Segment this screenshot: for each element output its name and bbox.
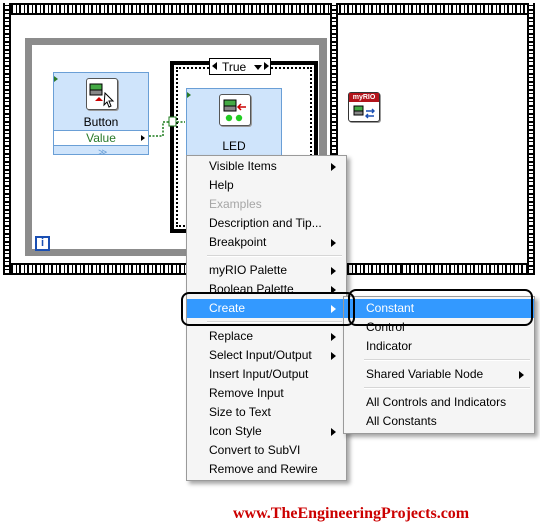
boolean-wire[interactable] (149, 114, 189, 144)
button-value-label: Value (86, 131, 116, 145)
led-icon (219, 94, 251, 126)
menu-item-replace[interactable]: Replace (187, 327, 346, 346)
menu-item-label: All Controls and Indicators (366, 395, 507, 409)
button-node-title: Button (83, 115, 119, 129)
menu-item-label: Insert Input/Output (209, 367, 309, 381)
menu-item-select-input-output[interactable]: Select Input/Output (187, 346, 346, 365)
menu-item-label: Shared Variable Node (366, 367, 484, 381)
menu-item-label: Description and Tip... (209, 216, 322, 230)
menu-item-indicator[interactable]: Indicator (344, 337, 534, 356)
menu-item-label: Icon Style (209, 424, 262, 438)
myrio-node[interactable]: myRIO (348, 92, 380, 122)
menu-item-label: myRIO Palette (209, 263, 288, 277)
menu-separator (207, 255, 342, 257)
menu-separator (364, 359, 530, 361)
menu-item-label: Select Input/Output (209, 348, 312, 362)
annotation-ring-constant (348, 289, 533, 326)
menu-item-label: Examples (209, 197, 262, 211)
selector-decrement-icon[interactable] (212, 62, 217, 70)
submenu-arrow-icon (331, 239, 336, 247)
loop-iteration-terminal[interactable]: i (35, 236, 50, 251)
submenu-arrow-icon (331, 163, 336, 171)
menu-item-label: Remove and Rewire (209, 462, 318, 476)
button-value-terminal[interactable]: Value (54, 130, 148, 146)
menu-item-size-to-text[interactable]: Size to Text (187, 403, 346, 422)
led-indicator-node[interactable]: LED (186, 88, 282, 156)
menu-item-icon-style[interactable]: Icon Style (187, 422, 346, 441)
menu-item-insert-input-output[interactable]: Insert Input/Output (187, 365, 346, 384)
submenu-arrow-icon (519, 371, 524, 379)
sequence-film-right (527, 3, 535, 275)
selector-increment-icon[interactable] (264, 62, 269, 70)
sequence-film-bottom-right (401, 263, 535, 275)
menu-item-label: Help (209, 178, 234, 192)
menu-item-examples: Examples (187, 195, 346, 214)
output-arrow-icon (141, 135, 145, 141)
menu-item-myrio-palette[interactable]: myRIO Palette (187, 261, 346, 280)
menu-item-label: Remove Input (209, 386, 284, 400)
menu-item-visible-items[interactable]: Visible Items (187, 157, 346, 176)
menu-item-all-constants[interactable]: All Constants (344, 412, 534, 431)
menu-item-remove-and-rewire[interactable]: Remove and Rewire (187, 460, 346, 479)
submenu-arrow-icon (331, 352, 336, 360)
watermark-text: www.TheEngineeringProjects.com (233, 505, 470, 522)
menu-item-label: Breakpoint (209, 235, 267, 249)
menu-item-all-controls-and-indicators[interactable]: All Controls and Indicators (344, 393, 534, 412)
myrio-io-icon (353, 105, 375, 119)
menu-item-convert-to-subvi[interactable]: Convert to SubVI (187, 441, 346, 460)
menu-item-label: Convert to SubVI (209, 443, 301, 457)
expand-chevron-icon[interactable]: ≫ (98, 147, 107, 158)
button-icon (86, 78, 118, 110)
selector-dropdown-icon[interactable] (254, 65, 262, 70)
input-arrow-icon (187, 92, 191, 98)
input-arrow-icon (54, 76, 58, 82)
led-node-title: LED (222, 139, 246, 153)
button-control-node[interactable]: Button Value ≫ (53, 72, 149, 158)
menu-item-remove-input[interactable]: Remove Input (187, 384, 346, 403)
menu-item-label: Visible Items (209, 159, 277, 173)
myrio-badge: myRIO (349, 93, 379, 102)
sequence-film-top (3, 3, 535, 15)
case-selector-label: True (222, 60, 247, 74)
submenu-arrow-icon (331, 428, 336, 436)
menu-item-help[interactable]: Help (187, 176, 346, 195)
case-selector[interactable]: True (209, 58, 271, 75)
menu-item-shared-variable-node[interactable]: Shared Variable Node (344, 365, 534, 384)
menu-item-breakpoint[interactable]: Breakpoint (187, 233, 346, 252)
sequence-film-left (3, 3, 11, 275)
menu-item-label: Indicator (366, 339, 413, 353)
menu-item-label: Size to Text (209, 405, 271, 419)
submenu-arrow-icon (331, 267, 336, 275)
annotation-ring-create (181, 292, 355, 326)
menu-item-label: Replace (209, 329, 254, 343)
menu-item-description-and-tip[interactable]: Description and Tip... (187, 214, 346, 233)
submenu-arrow-icon (331, 333, 336, 341)
menu-separator (364, 387, 530, 389)
menu-item-label: All Constants (366, 414, 437, 428)
